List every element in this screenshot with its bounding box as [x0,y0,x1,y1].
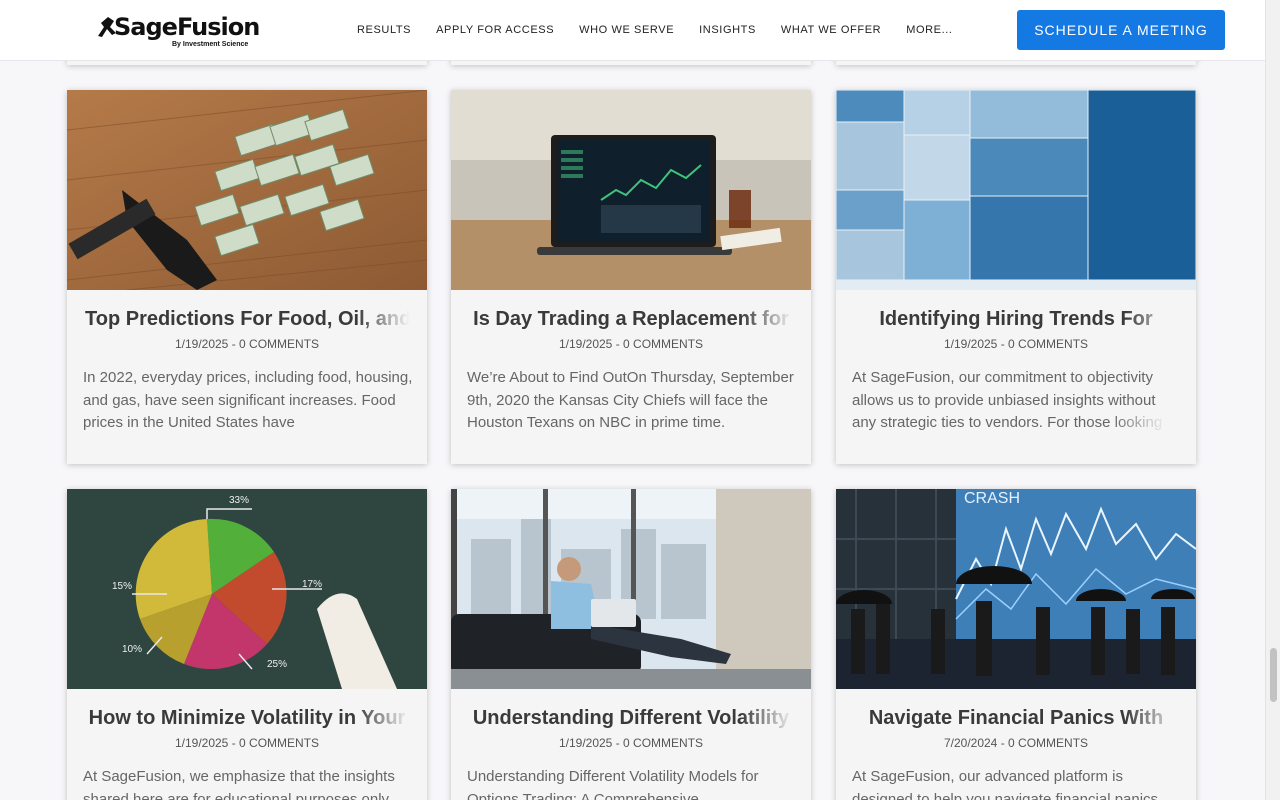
post-card[interactable]: Is Day Trading a Replacement for 1/19/20… [451,90,811,464]
post-meta: 1/19/2025 - 0 COMMENTS [174,736,320,750]
post-image-crash-umbrellas[interactable]: CRASH [836,489,1196,689]
schedule-meeting-button[interactable]: SCHEDULE A MEETING [1017,10,1225,50]
post-title[interactable]: Understanding Different Volatility [451,707,811,730]
post-excerpt: Understanding Different Volatility Model… [467,766,797,800]
site-header: SageFusion By Investment Science RESULTS… [0,0,1265,61]
post-title[interactable]: Identifying Hiring Trends For [836,308,1196,331]
main-nav: RESULTS APPLY FOR ACCESS WHO WE SERVE IN… [357,24,978,36]
post-excerpt: At SageFusion, we emphasize that the ins… [83,766,413,800]
post-grid: Top Predictions For Food, Oil, and 1/19/… [0,0,1265,800]
post-card[interactable]: Understanding Different Volatility 1/19/… [451,489,811,800]
pie-label: 25% [267,659,287,670]
scrollbar-thumb[interactable] [1270,648,1277,702]
site-logo[interactable]: SageFusion By Investment Science [96,13,260,53]
post-title[interactable]: Is Day Trading a Replacement for [451,308,811,331]
post-image-treemap[interactable] [836,90,1196,290]
post-image-laptop-trading[interactable] [451,90,811,290]
post-card[interactable]: 33% 17% 15% 10% 25% How to Minimize Vola… [67,489,427,800]
pie-label: 15% [112,581,132,592]
post-meta: 1/19/2025 - 0 COMMENTS [174,337,320,351]
post-card[interactable]: Top Predictions For Food, Oil, and 1/19/… [67,90,427,464]
post-card[interactable]: CRASH Navigate Financial Panics With 7/2… [836,489,1196,800]
pie-label: 33% [229,495,249,506]
post-meta: 1/19/2025 - 0 COMMENTS [558,736,704,750]
post-card[interactable]: Identifying Hiring Trends For 1/19/2025 … [836,90,1196,464]
nav-more[interactable]: MORE... [906,24,952,36]
post-image-pie-chalkboard[interactable]: 33% 17% 15% 10% 25% [67,489,427,689]
post-excerpt: At SageFusion, our advanced platform is … [852,766,1182,800]
post-title[interactable]: Navigate Financial Panics With [836,707,1196,730]
crash-text: CRASH [964,490,1020,507]
logo-subtitle: By Investment Science [172,41,249,48]
pie-label: 10% [122,644,142,655]
page-scrollbar[interactable] [1265,0,1280,800]
post-image-vacuum-cash[interactable] [67,90,427,290]
post-meta: 1/19/2025 - 0 COMMENTS [943,337,1089,351]
post-meta: 1/19/2025 - 0 COMMENTS [558,337,704,351]
nav-apply-for-access[interactable]: APPLY FOR ACCESS [436,24,554,36]
post-title[interactable]: How to Minimize Volatility in Your [67,707,427,730]
pie-label: 17% [302,579,322,590]
post-excerpt: We’re About to Find OutOn Thursday, Sept… [467,367,797,435]
nav-insights[interactable]: INSIGHTS [699,24,756,36]
nav-what-we-offer[interactable]: WHAT WE OFFER [781,24,881,36]
post-excerpt: At SageFusion, our commitment to objecti… [852,367,1182,435]
nav-results[interactable]: RESULTS [357,24,411,36]
post-image-man-couch[interactable] [451,489,811,689]
nav-who-we-serve[interactable]: WHO WE SERVE [579,24,674,36]
post-title[interactable]: Top Predictions For Food, Oil, and [67,308,427,331]
post-excerpt: In 2022, everyday prices, including food… [83,367,413,435]
post-meta: 7/20/2024 - 0 COMMENTS [943,736,1089,750]
logo-text: SageFusion [114,13,260,41]
